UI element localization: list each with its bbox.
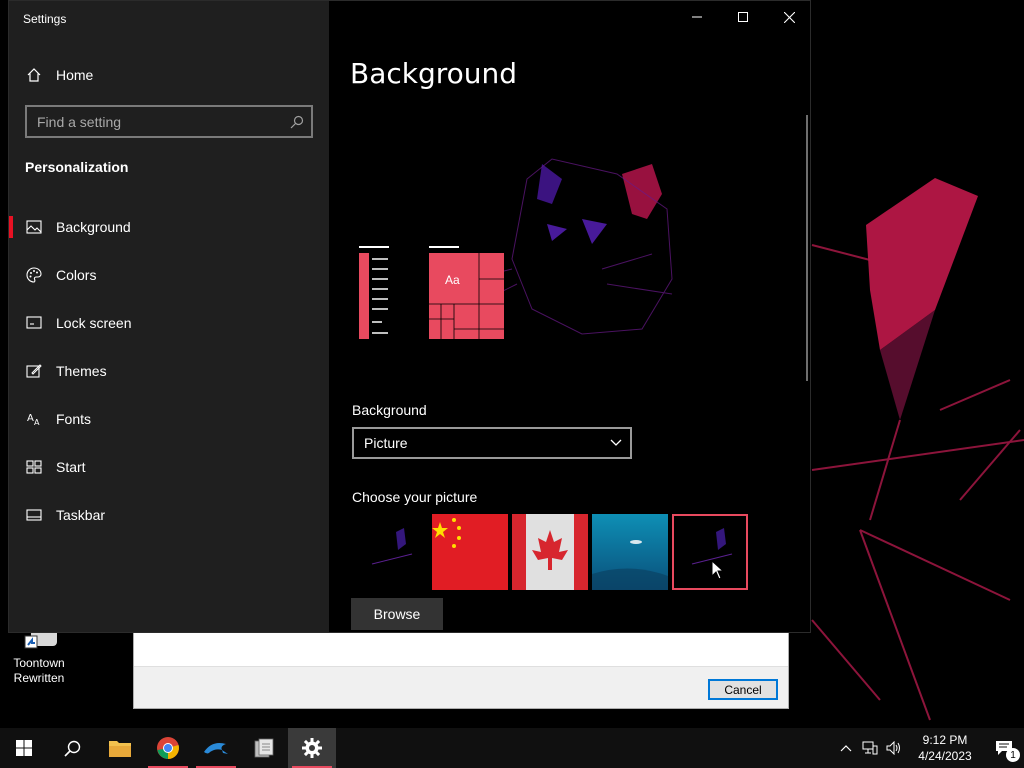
svg-text:A: A (27, 413, 34, 424)
palette-icon (25, 266, 43, 284)
sidebar-item-label: Lock screen (56, 315, 132, 331)
sidebar-item-label: Themes (56, 363, 107, 379)
settings-window: Settings Home Personalization Background (8, 0, 811, 633)
picture-thumbnails (352, 514, 748, 590)
dolphin-icon (204, 743, 228, 754)
scrollbar[interactable] (806, 115, 808, 381)
show-hidden-icons-button[interactable] (834, 728, 858, 768)
taskbar-chrome[interactable] (144, 728, 192, 768)
background-preview: Aa (352, 119, 682, 359)
dialog-body (134, 627, 788, 667)
folder-icon (109, 741, 131, 757)
close-button[interactable] (766, 1, 810, 33)
home-icon (25, 66, 43, 84)
start-button[interactable] (0, 728, 48, 768)
preview-image (359, 158, 673, 339)
browse-button[interactable]: Browse (351, 598, 443, 630)
content-pane: Background Aa Background Picture Choose … (329, 1, 810, 632)
volume-button[interactable] (882, 728, 906, 768)
chevron-up-icon (840, 745, 852, 752)
svg-text:A: A (34, 418, 40, 427)
page-title: Background (350, 57, 518, 90)
taskbar-app[interactable] (240, 728, 288, 768)
search-icon (63, 740, 80, 757)
picture-thumbnail[interactable] (592, 514, 668, 590)
picture-icon (25, 218, 43, 236)
fonts-icon: AA (25, 410, 43, 428)
search-box[interactable] (25, 105, 313, 138)
taskbar: 9:12 PM 4/24/2023 1 (0, 728, 1024, 768)
system-tray: 9:12 PM 4/24/2023 1 (834, 728, 1024, 768)
sidebar-item-background[interactable]: Background (9, 203, 329, 251)
background-dropdown-value: Picture (364, 435, 408, 451)
navigation-pane: Settings Home Personalization Background (9, 1, 329, 632)
picture-thumbnail[interactable] (352, 514, 428, 590)
window-title: Settings (23, 12, 67, 26)
home-label: Home (56, 67, 94, 83)
cancel-button[interactable]: Cancel (708, 679, 778, 700)
taskbar-settings[interactable] (288, 728, 336, 768)
clock-time: 9:12 PM (922, 733, 968, 747)
choose-picture-label: Choose your picture (352, 489, 478, 505)
maximize-icon (738, 12, 748, 22)
sidebar-item-fonts[interactable]: AA Fonts (9, 395, 329, 443)
action-center-button[interactable]: 1 (984, 728, 1024, 768)
network-button[interactable] (858, 728, 882, 768)
taskbar-search-button[interactable] (48, 728, 96, 768)
themes-icon (25, 362, 43, 380)
sidebar-item-start[interactable]: Start (9, 443, 329, 491)
section-heading: Personalization (25, 159, 129, 175)
window-controls (674, 1, 810, 33)
picture-thumbnail[interactable] (512, 514, 588, 590)
sidebar-item-label: Taskbar (56, 507, 106, 523)
gear-icon (302, 738, 322, 758)
chrome-icon (157, 737, 179, 759)
mouse-cursor-icon (711, 560, 725, 580)
minimize-button[interactable] (674, 1, 720, 33)
sidebar-item-label: Start (56, 459, 86, 475)
start-icon (25, 458, 43, 476)
preview-sample-text: Aa (445, 273, 460, 287)
lock-screen-icon (25, 314, 43, 332)
notification-count-badge: 1 (1006, 748, 1020, 762)
sidebar-item-colors[interactable]: Colors (9, 251, 329, 299)
minimize-icon (692, 16, 702, 18)
sidebar-item-themes[interactable]: Themes (9, 347, 329, 395)
nav-list: Background Colors Lock screen Themes A A… (9, 203, 329, 539)
background-dialog: Cancel (133, 626, 789, 709)
clock[interactable]: 9:12 PM 4/24/2023 (906, 732, 984, 764)
chevron-down-icon (610, 439, 622, 446)
clock-date: 4/24/2023 (918, 749, 972, 763)
maximize-button[interactable] (720, 1, 766, 33)
picture-thumbnail-selected[interactable] (672, 514, 748, 590)
sidebar-item-taskbar[interactable]: Taskbar (9, 491, 329, 539)
home-link[interactable]: Home (25, 63, 93, 87)
taskbar-dolphin-app[interactable] (192, 728, 240, 768)
search-icon[interactable] (283, 108, 311, 136)
taskbar-file-explorer[interactable] (96, 728, 144, 768)
sidebar-item-label: Fonts (56, 411, 92, 427)
sidebar-item-label: Background (56, 219, 131, 235)
taskbar-icon (25, 506, 43, 524)
start-menu-mock (359, 246, 504, 339)
desktop-icon-label: Toontown Rewritten (13, 656, 65, 685)
windows-logo-icon (16, 740, 32, 756)
background-dropdown[interactable]: Picture (352, 427, 632, 459)
sidebar-item-lock-screen[interactable]: Lock screen (9, 299, 329, 347)
sidebar-item-label: Colors (56, 267, 97, 283)
search-input[interactable] (27, 113, 283, 130)
network-icon (862, 741, 878, 755)
picture-thumbnail[interactable] (432, 514, 508, 590)
speaker-icon (886, 741, 900, 755)
background-label: Background (352, 402, 427, 418)
close-icon (783, 11, 795, 23)
documents-icon (254, 738, 274, 758)
